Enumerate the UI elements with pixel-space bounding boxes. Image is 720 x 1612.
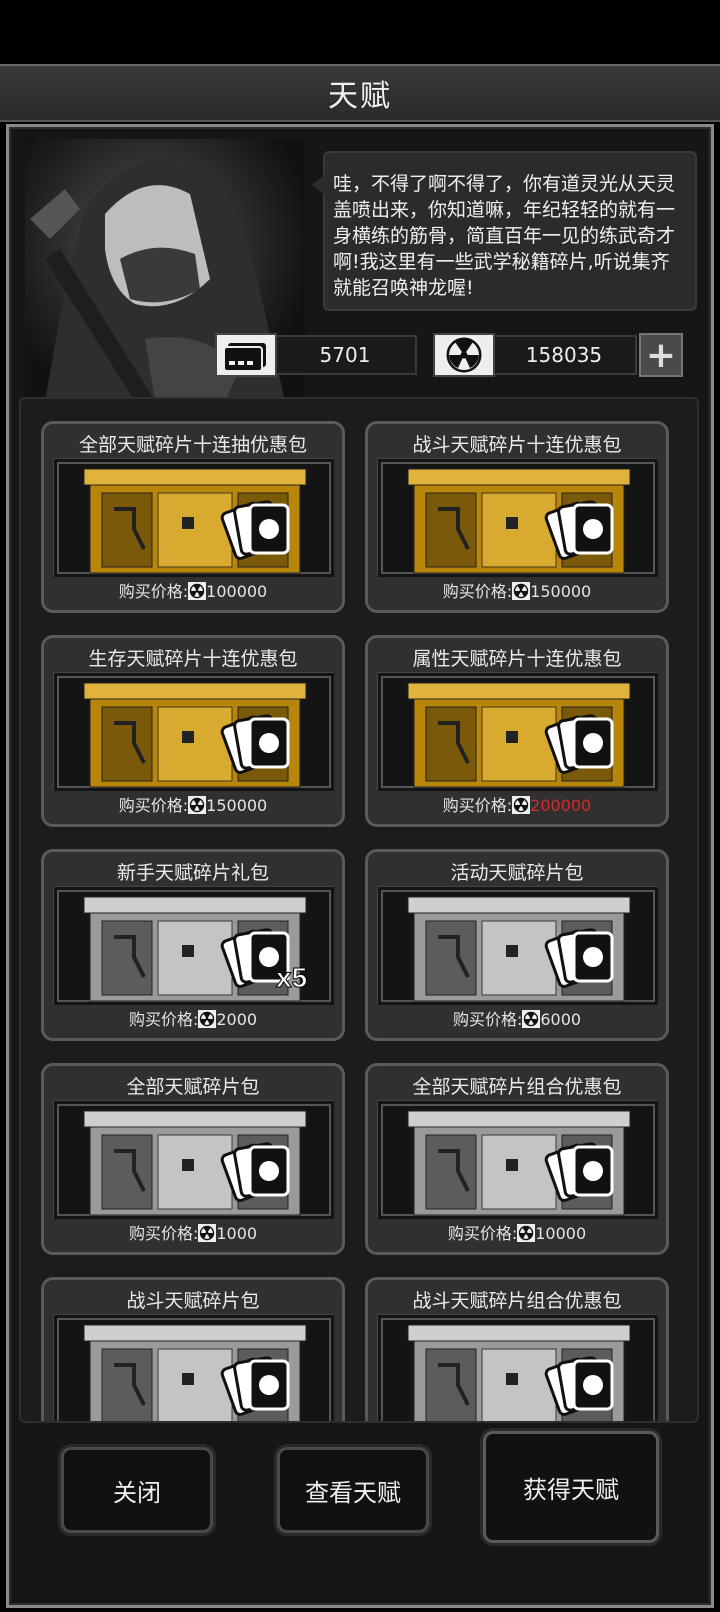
price-value: 2000 [216,1010,258,1029]
title-bar: 天赋 [0,64,720,122]
pack-card[interactable]: 活动天赋碎片包 购买价格: 6000 [365,849,669,1041]
silver-chest-image [377,886,658,1005]
view-talents-label: 查看天赋 [305,1478,401,1507]
pack-price: 购买价格: 100000 [44,578,342,602]
npc-speech-text: 哇，不得了啊不得了，你有道灵光从天灵盖喷出来，你知道嘛，年纪轻轻的就有一身横练的… [333,173,676,299]
price-value: 150000 [206,796,268,815]
ticket-count: 5701 [273,335,417,375]
pack-card[interactable]: 全部天赋碎片十连抽优惠包购买价格: 100000 [41,421,345,613]
pack-name: 战斗天赋碎片包 [126,1290,260,1312]
price-value: 10000 [535,1224,587,1243]
pack-price: 购买价格: 6000 [368,1006,666,1030]
close-button[interactable]: 关闭 [61,1447,213,1533]
radiation-icon [198,1224,217,1243]
page-title: 天赋 [328,79,392,114]
radiation-icon [512,796,531,815]
pack-price: 购买价格: 10000 [368,1220,666,1244]
pack-price: 购买价格: 200000 [368,792,666,816]
gold-chest-image [53,672,334,791]
price-value: 6000 [540,1010,582,1029]
pack-price: 购买价格: 150000 [368,578,666,602]
silver-chest-image [53,1314,334,1421]
view-talents-button[interactable]: 查看天赋 [277,1447,429,1533]
pack-card[interactable]: 生存天赋碎片十连优惠包购买价格: 150000 [41,635,345,827]
price-label: 购买价格: [118,796,189,815]
pack-name: 新手天赋碎片礼包 [116,862,269,884]
price-label: 购买价格: [452,1010,523,1029]
pack-card[interactable]: 战斗天赋碎片组合优惠包 [365,1277,669,1421]
pack-card[interactable]: 战斗天赋碎片包 [41,1277,345,1421]
price-value: 1000 [216,1224,258,1243]
radiation-icon [198,1010,217,1029]
pack-name: 全部天赋碎片十连抽优惠包 [78,434,307,456]
ticket-currency: 5701 [215,333,417,377]
get-talents-label: 获得天赋 [523,1475,619,1504]
price-label: 购买价格: [442,582,513,601]
pack-price: 购买价格: 1000 [44,1220,342,1244]
pack-name: 活动天赋碎片包 [450,862,584,884]
radiation-count: 158035 [491,335,637,375]
price-value: 150000 [530,582,592,601]
price-label: 购买价格: [447,1224,518,1243]
silver-chest-image [377,1100,658,1219]
pack-price: 购买价格: 150000 [44,792,342,816]
silver-chest-image [377,1314,658,1421]
silver-chest-image: x5 [53,886,334,1005]
pack-name: 战斗天赋碎片十连优惠包 [412,434,622,456]
npc-speech-bubble: 哇，不得了啊不得了，你有道灵光从天灵盖喷出来，你知道嘛，年纪轻轻的就有一身横练的… [311,151,697,311]
radiation-icon [512,582,531,601]
gold-chest-image [377,458,658,577]
pack-card[interactable]: 全部天赋碎片组合优惠包购买价格: 10000 [365,1063,669,1255]
gold-chest-image [53,458,334,577]
pack-name: 战斗天赋碎片组合优惠包 [412,1290,622,1312]
pack-card[interactable]: 属性天赋碎片十连优惠包购买价格: 200000 [365,635,669,827]
pack-card[interactable]: 新手天赋碎片礼包 x5 购买价格: 2000 [41,849,345,1041]
radiation-icon [522,1010,541,1029]
price-label: 购买价格: [128,1224,199,1243]
radiation-icon [433,333,495,377]
pack-price: 购买价格: 2000 [44,1006,342,1030]
price-value: 200000 [530,796,592,815]
pack-name: 属性天赋碎片十连优惠包 [412,648,622,670]
add-currency-button[interactable]: + [639,333,683,377]
pack-card[interactable]: 战斗天赋碎片十连优惠包购买价格: 150000 [365,421,669,613]
close-button-label: 关闭 [113,1478,161,1507]
silver-chest-image [53,1100,334,1219]
radiation-icon [517,1224,536,1243]
pack-name: 生存天赋碎片十连优惠包 [88,648,298,670]
price-label: 购买价格: [118,582,189,601]
pack-name: 全部天赋碎片组合优惠包 [412,1076,622,1098]
gold-chest-image [377,672,658,791]
ticket-icon [215,333,277,377]
get-talents-button[interactable]: 获得天赋 [483,1431,659,1543]
main-frame: 哇，不得了啊不得了，你有道灵光从天灵盖喷出来，你知道嘛，年纪轻轻的就有一身横练的… [6,124,714,1608]
price-label: 购买价格: [442,796,513,815]
pack-name: 全部天赋碎片包 [126,1076,260,1098]
radiation-icon [188,582,207,601]
pack-card[interactable]: 全部天赋碎片包 购买价格: 1000 [41,1063,345,1255]
radiation-currency: 158035 + [433,333,683,377]
price-value: 100000 [206,582,268,601]
pack-shop-grid[interactable]: 全部天赋碎片十连抽优惠包购买价格: 100000 战斗天赋碎片十连优惠包购买价格: 1… [19,397,699,1423]
price-label: 购买价格: [128,1010,199,1029]
svg-text:x5: x5 [276,962,307,993]
radiation-icon [188,796,207,815]
